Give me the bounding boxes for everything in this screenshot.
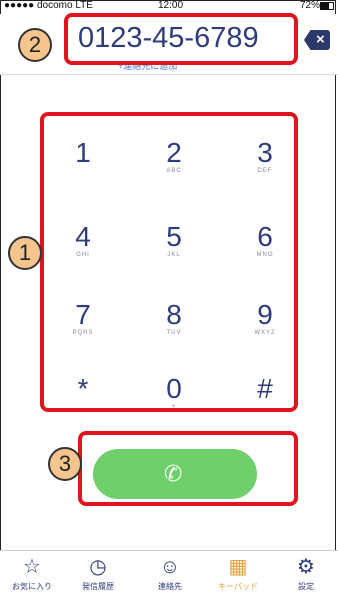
tab-contacts[interactable]: ☺ 連絡先 — [140, 555, 200, 592]
backspace-icon: × — [316, 31, 325, 48]
tab-label: キーパッド — [218, 582, 258, 591]
annotation-box-number — [64, 13, 298, 65]
tab-settings[interactable]: ⚙ 設定 — [276, 555, 336, 592]
annotation-badge-3: 3 — [48, 447, 82, 481]
tab-label: お気に入り — [12, 582, 52, 591]
gear-icon: ⚙ — [297, 556, 315, 578]
clock-icon: ◷ — [89, 556, 107, 578]
annotation-badge-2: 2 — [18, 28, 52, 62]
tab-bar: ☆ お気に入り ◷ 発信履歴 ☺ 連絡先 ▦ キーパッド ⚙ 設定 — [0, 550, 338, 599]
clock: 12:00 — [158, 0, 184, 11]
battery-percent: 72% — [299, 0, 320, 11]
tab-label: 設定 — [298, 582, 314, 591]
status-bar: ●●●●● docomo LTE 12:00 72% — [0, 0, 338, 14]
keypad-icon: ▦ — [228, 556, 248, 578]
battery-icon — [320, 2, 334, 10]
divider — [0, 74, 338, 75]
annotation-badge-1: 1 — [8, 236, 42, 270]
contact-icon: ☺ — [159, 556, 181, 578]
tab-favorites[interactable]: ☆ お気に入り — [2, 555, 62, 592]
tab-label: 連絡先 — [158, 582, 182, 591]
tab-recents[interactable]: ◷ 発信履歴 — [68, 555, 128, 592]
annotation-box-keypad — [40, 112, 298, 412]
star-icon: ☆ — [23, 556, 41, 578]
tab-label: 発信履歴 — [82, 582, 114, 591]
carrier-label: ●●●●● docomo LTE — [4, 0, 93, 11]
annotation-box-call — [78, 431, 298, 506]
tab-keypad[interactable]: ▦ キーパッド — [208, 555, 268, 592]
